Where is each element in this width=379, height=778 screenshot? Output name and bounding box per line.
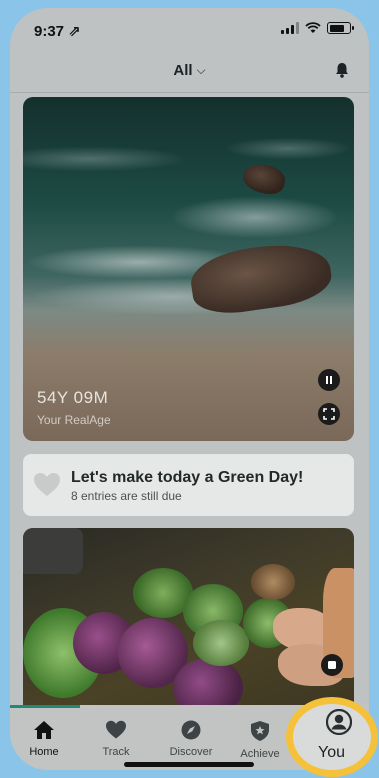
chevron-down-icon: ⌵ — [196, 63, 206, 77]
tab-home[interactable]: Home — [14, 720, 74, 758]
signal-icon — [281, 22, 299, 34]
realage-value: 54Y 09M — [37, 388, 109, 407]
home-icon — [34, 721, 54, 739]
heart-icon — [106, 720, 126, 739]
green-day-card[interactable]: Let's make today a Green Day! 8 entries … — [23, 454, 354, 516]
tab-achieve-label: Achieve — [240, 748, 280, 760]
compass-icon — [181, 720, 201, 740]
expand-icon — [328, 661, 336, 669]
active-tab-indicator — [10, 705, 80, 708]
realage-card[interactable]: 54Y 09M Your RealAge — [23, 97, 354, 441]
realage-caption: Your RealAge — [37, 413, 111, 427]
tab-discover[interactable]: Discover — [161, 720, 221, 758]
phone-screen: 9:37 ⇗ All ⌵ 54Y 09M Your RealAge Let's … — [10, 8, 369, 770]
shield-star-icon — [251, 721, 269, 741]
filter-label: All — [173, 62, 193, 79]
tab-track-label: Track — [102, 746, 130, 758]
wifi-icon — [305, 22, 321, 33]
status-time: 9:37 ⇗ — [34, 23, 81, 40]
tab-home-label: Home — [29, 746, 59, 758]
home-feed[interactable]: 54Y 09M Your RealAge Let's make today a … — [10, 93, 369, 705]
fullscreen-button[interactable] — [318, 403, 340, 425]
tab-discover-label: Discover — [169, 746, 213, 758]
card-expand-button[interactable] — [321, 654, 343, 676]
status-bar: 9:37 ⇗ — [10, 8, 369, 48]
bell-icon[interactable] — [333, 61, 351, 79]
pause-icon — [326, 376, 332, 384]
tab-achieve[interactable]: Achieve — [230, 720, 290, 760]
home-indicator — [124, 762, 254, 767]
battery-icon — [327, 22, 354, 34]
filter-dropdown[interactable]: All ⌵ — [10, 62, 369, 79]
tab-you-label: You — [318, 744, 345, 761]
user-icon — [326, 709, 352, 735]
tab-track[interactable]: Track — [86, 720, 146, 758]
vegetables-card[interactable] — [23, 528, 354, 705]
fullscreen-icon — [323, 408, 335, 420]
top-bar: All ⌵ — [10, 48, 369, 93]
status-icons — [281, 22, 354, 34]
green-day-subtitle: 8 entries are still due — [71, 489, 182, 503]
green-day-title: Let's make today a Green Day! — [71, 469, 304, 486]
pause-button[interactable] — [318, 369, 340, 391]
heart-icon — [34, 473, 60, 496]
